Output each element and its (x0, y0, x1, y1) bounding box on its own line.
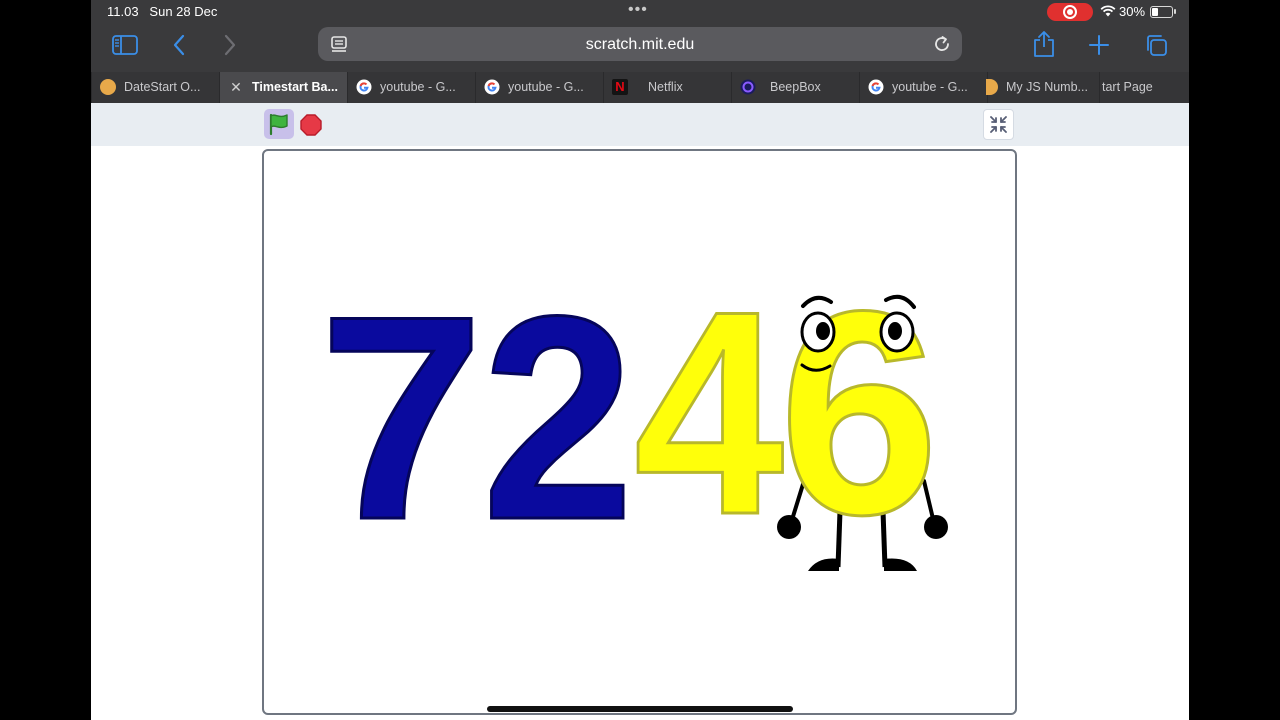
tab-start-page[interactable]: tart Page (1099, 72, 1189, 103)
exit-fullscreen-button[interactable] (983, 109, 1014, 140)
tab-datestart[interactable]: DateStart O... (91, 72, 219, 103)
tab-bar: DateStart O... ✕ Timestart Ba... youtube… (91, 70, 1189, 103)
tab-timestart[interactable]: ✕ Timestart Ba... (219, 72, 347, 103)
home-indicator[interactable] (487, 706, 793, 712)
new-tab-icon[interactable] (1088, 34, 1110, 56)
tab-label: My JS Numb... (1006, 80, 1088, 94)
wifi-icon (1100, 5, 1116, 17)
netflix-favicon: N (612, 79, 628, 95)
beepbox-favicon (740, 79, 756, 95)
multitasking-dots-icon[interactable]: ••• (628, 1, 648, 19)
google-favicon (356, 79, 372, 95)
scratch-stage[interactable]: 7 2 4 6 (262, 149, 1017, 715)
record-dot-icon (1067, 9, 1073, 15)
reload-icon[interactable] (933, 35, 951, 53)
tab-label: tart Page (1102, 80, 1153, 94)
digit-two: 2 (482, 256, 634, 580)
tab-my-js-number[interactable]: My JS Numb... (986, 72, 1099, 103)
stage-canvas: 7 2 4 6 (318, 250, 948, 582)
status-time: 11.03 Sun 28 Dec (107, 4, 217, 19)
status-bar: 11.03 Sun 28 Dec ••• 30% (91, 0, 1189, 24)
exit-fullscreen-icon (990, 116, 1007, 133)
digit-seven: 7 (319, 256, 484, 580)
tab-label: youtube - G... (508, 80, 584, 94)
tab-label: Timestart Ba... (252, 80, 338, 94)
screen-recording-indicator[interactable] (1047, 3, 1093, 21)
tab-label: DateStart O... (124, 80, 201, 94)
google-favicon (484, 79, 500, 95)
forward-icon[interactable] (223, 34, 237, 56)
tab-overview-icon[interactable] (1144, 33, 1168, 57)
browser-toolbar: scratch.mit.edu (91, 24, 1189, 70)
clock-time: 11.03 (107, 4, 139, 19)
tab-youtube-search-1[interactable]: youtube - G... (347, 72, 475, 103)
tab-beepbox[interactable]: BeepBox (731, 72, 859, 103)
tab-youtube-search-3[interactable]: youtube - G... (859, 72, 987, 103)
stop-button[interactable] (300, 114, 322, 136)
tab-netflix[interactable]: N Netflix (603, 72, 731, 103)
digit-six: 6 (779, 251, 939, 575)
back-icon[interactable] (172, 34, 186, 56)
number-six-character: 6 (777, 250, 948, 577)
battery-level (1152, 8, 1158, 16)
scratch-player-controls (91, 103, 1189, 146)
google-favicon (868, 79, 884, 95)
battery-nub (1174, 9, 1176, 14)
tab-youtube-search-2[interactable]: youtube - G... (475, 72, 603, 103)
address-bar[interactable]: scratch.mit.edu (318, 27, 962, 61)
green-flag-icon (269, 113, 288, 136)
browser-window: 11.03 Sun 28 Dec ••• 30% scratch.mit.edu… (91, 0, 1189, 720)
url-text: scratch.mit.edu (585, 36, 695, 53)
tab-label: youtube - G... (380, 80, 456, 94)
green-flag-button[interactable] (264, 109, 294, 139)
digit-four: 4 (634, 251, 786, 575)
share-icon[interactable] (1032, 30, 1056, 58)
tab-label: BeepBox (770, 80, 821, 94)
tab-label: youtube - G... (892, 80, 968, 94)
battery-icon (1150, 6, 1173, 18)
tab-label: Netflix (648, 80, 683, 94)
clock-date: Sun 28 Dec (149, 4, 218, 19)
close-icon[interactable]: ✕ (228, 79, 244, 95)
blank-favicon (100, 79, 116, 95)
blank-favicon (986, 79, 998, 95)
battery-percent: 30% (1119, 4, 1146, 19)
sidebar-icon[interactable] (112, 35, 138, 55)
